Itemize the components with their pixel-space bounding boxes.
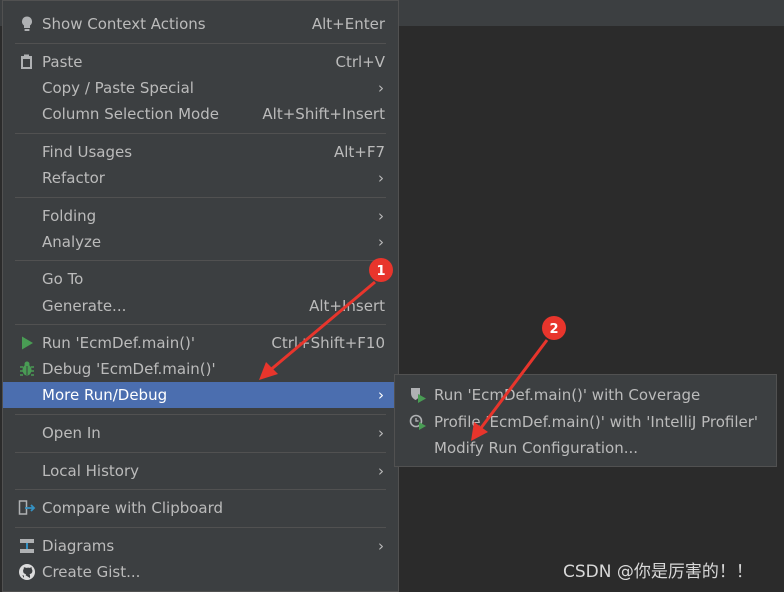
menu-item-analyze[interactable]: Analyze › [3, 229, 398, 255]
menu-label: Go To [42, 270, 84, 288]
menu-item-open-in[interactable]: Open In › [3, 420, 398, 446]
menu-item-show-context-actions[interactable]: Show Context Actions Alt+Enter [3, 11, 398, 37]
menu-label: Run 'EcmDef.main()' [42, 334, 196, 352]
menu-shortcut: Ctrl+Shift+F10 [271, 334, 385, 352]
menu-item-copy-paste-special[interactable]: Copy / Paste Special › [3, 75, 398, 101]
submenu-label: Modify Run Configuration... [434, 439, 639, 457]
chevron-right-icon: › [378, 424, 384, 442]
menu-separator [15, 133, 386, 134]
menu-label: Compare with Clipboard [42, 499, 224, 517]
menu-shortcut: Alt+Shift+Insert [262, 105, 385, 123]
menu-item-find-usages[interactable]: Find Usages Alt+F7 [3, 139, 398, 165]
diagram-icon [18, 537, 36, 555]
menu-item-run[interactable]: Run 'EcmDef.main()' Ctrl+Shift+F10 [3, 330, 398, 356]
menu-label: Folding [42, 207, 97, 225]
menu-separator [15, 527, 386, 528]
menu-item-local-history[interactable]: Local History › [3, 458, 398, 484]
menu-item-go-to[interactable]: Go To [3, 266, 398, 292]
menu-item-compare-clipboard[interactable]: Compare with Clipboard [3, 495, 398, 521]
menu-separator [15, 452, 386, 453]
menu-label: Analyze [42, 233, 102, 251]
menu-item-refactor[interactable]: Refactor › [3, 165, 398, 191]
menu-item-generate[interactable]: Generate... Alt+Insert [3, 293, 398, 319]
profiler-clock-icon [409, 413, 427, 431]
chevron-right-icon: › [378, 79, 384, 97]
coverage-shield-icon [409, 386, 427, 404]
submenu-label: Profile 'EcmDef.main()' with 'IntelliJ P… [434, 413, 759, 431]
chevron-right-icon: › [378, 537, 384, 555]
menu-item-diagrams[interactable]: Diagrams › [3, 533, 398, 559]
menu-label: Column Selection Mode [42, 105, 219, 123]
menu-shortcut: Alt+Insert [309, 297, 385, 315]
github-icon [18, 563, 36, 581]
menu-label: Debug 'EcmDef.main()' [42, 360, 216, 378]
menu-label: Copy / Paste Special [42, 79, 194, 97]
chevron-right-icon: › [378, 169, 384, 187]
submenu-item-run-with-coverage[interactable]: Run 'EcmDef.main()' with Coverage [395, 382, 776, 408]
menu-item-column-selection-mode[interactable]: Column Selection Mode Alt+Shift+Insert [3, 101, 398, 127]
chevron-right-icon: › [378, 462, 384, 480]
menu-separator [15, 489, 386, 490]
submenu-label: Run 'EcmDef.main()' with Coverage [434, 386, 701, 404]
menu-label: Show Context Actions [42, 15, 206, 33]
csdn-watermark: CSDN @你是厉害的！！ [563, 562, 753, 582]
menu-shortcut: Alt+F7 [333, 143, 385, 161]
context-menu: Show Context Actions Alt+Enter Paste Ctr… [2, 0, 399, 592]
chevron-right-icon: › [378, 386, 384, 404]
menu-label: Local History [42, 462, 140, 480]
compare-diff-icon [18, 499, 36, 517]
menu-item-create-gist[interactable]: Create Gist... [3, 559, 398, 585]
run-play-icon [18, 334, 36, 352]
menu-item-folding[interactable]: Folding › [3, 203, 398, 229]
menu-separator [15, 43, 386, 44]
submenu-item-modify-run-configuration[interactable]: Modify Run Configuration... [395, 435, 776, 461]
menu-item-paste[interactable]: Paste Ctrl+V [3, 49, 398, 75]
menu-label: More Run/Debug [42, 386, 168, 404]
menu-item-more-run-debug[interactable]: More Run/Debug › [3, 382, 398, 408]
menu-shortcut: Alt+Enter [311, 15, 385, 33]
submenu-item-profile[interactable]: Profile 'EcmDef.main()' with 'IntelliJ P… [395, 409, 776, 435]
chevron-right-icon: › [378, 233, 384, 251]
menu-label: Create Gist... [42, 563, 141, 581]
menu-label: Generate... [42, 297, 127, 315]
clipboard-icon [18, 53, 36, 71]
debug-bug-icon [18, 360, 36, 378]
menu-item-debug[interactable]: Debug 'EcmDef.main()' [3, 356, 398, 382]
menu-label: Find Usages [42, 143, 133, 161]
menu-label: Paste [42, 53, 83, 71]
menu-label: Diagrams [42, 537, 115, 555]
menu-separator [15, 260, 386, 261]
menu-shortcut: Ctrl+V [335, 53, 385, 71]
chevron-right-icon: › [378, 207, 384, 225]
menu-label: Open In [42, 424, 101, 442]
menu-separator [15, 197, 386, 198]
menu-separator [15, 324, 386, 325]
lightbulb-icon [18, 15, 36, 33]
more-run-debug-submenu: Run 'EcmDef.main()' with Coverage Profil… [394, 374, 777, 467]
menu-separator [15, 414, 386, 415]
menu-label: Refactor [42, 169, 105, 187]
